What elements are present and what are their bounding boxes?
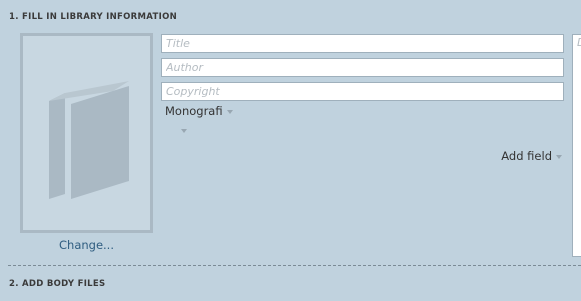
type-dropdown-value: Monografi [165,104,223,118]
section-divider [8,265,581,266]
step2-title: 2. ADD BODY FILES [9,279,106,289]
title-field[interactable] [161,34,564,53]
cover-image-frame[interactable] [20,33,153,233]
subtype-chevron-down-icon[interactable] [181,129,187,133]
add-field-chevron-icon [556,154,562,159]
copyright-field[interactable] [161,82,564,101]
description-placeholder: D [577,36,581,49]
add-field-label: Add field [501,149,552,163]
description-field[interactable]: D [572,34,581,257]
author-field[interactable] [161,58,564,77]
step1-title: 1. FILL IN LIBRARY INFORMATION [9,12,178,22]
book-icon [49,81,129,199]
change-cover-link[interactable]: Change... [20,238,153,252]
add-field-button[interactable]: Add field [501,149,562,163]
type-dropdown[interactable]: Monografi [165,104,233,118]
chevron-down-icon [226,109,233,114]
